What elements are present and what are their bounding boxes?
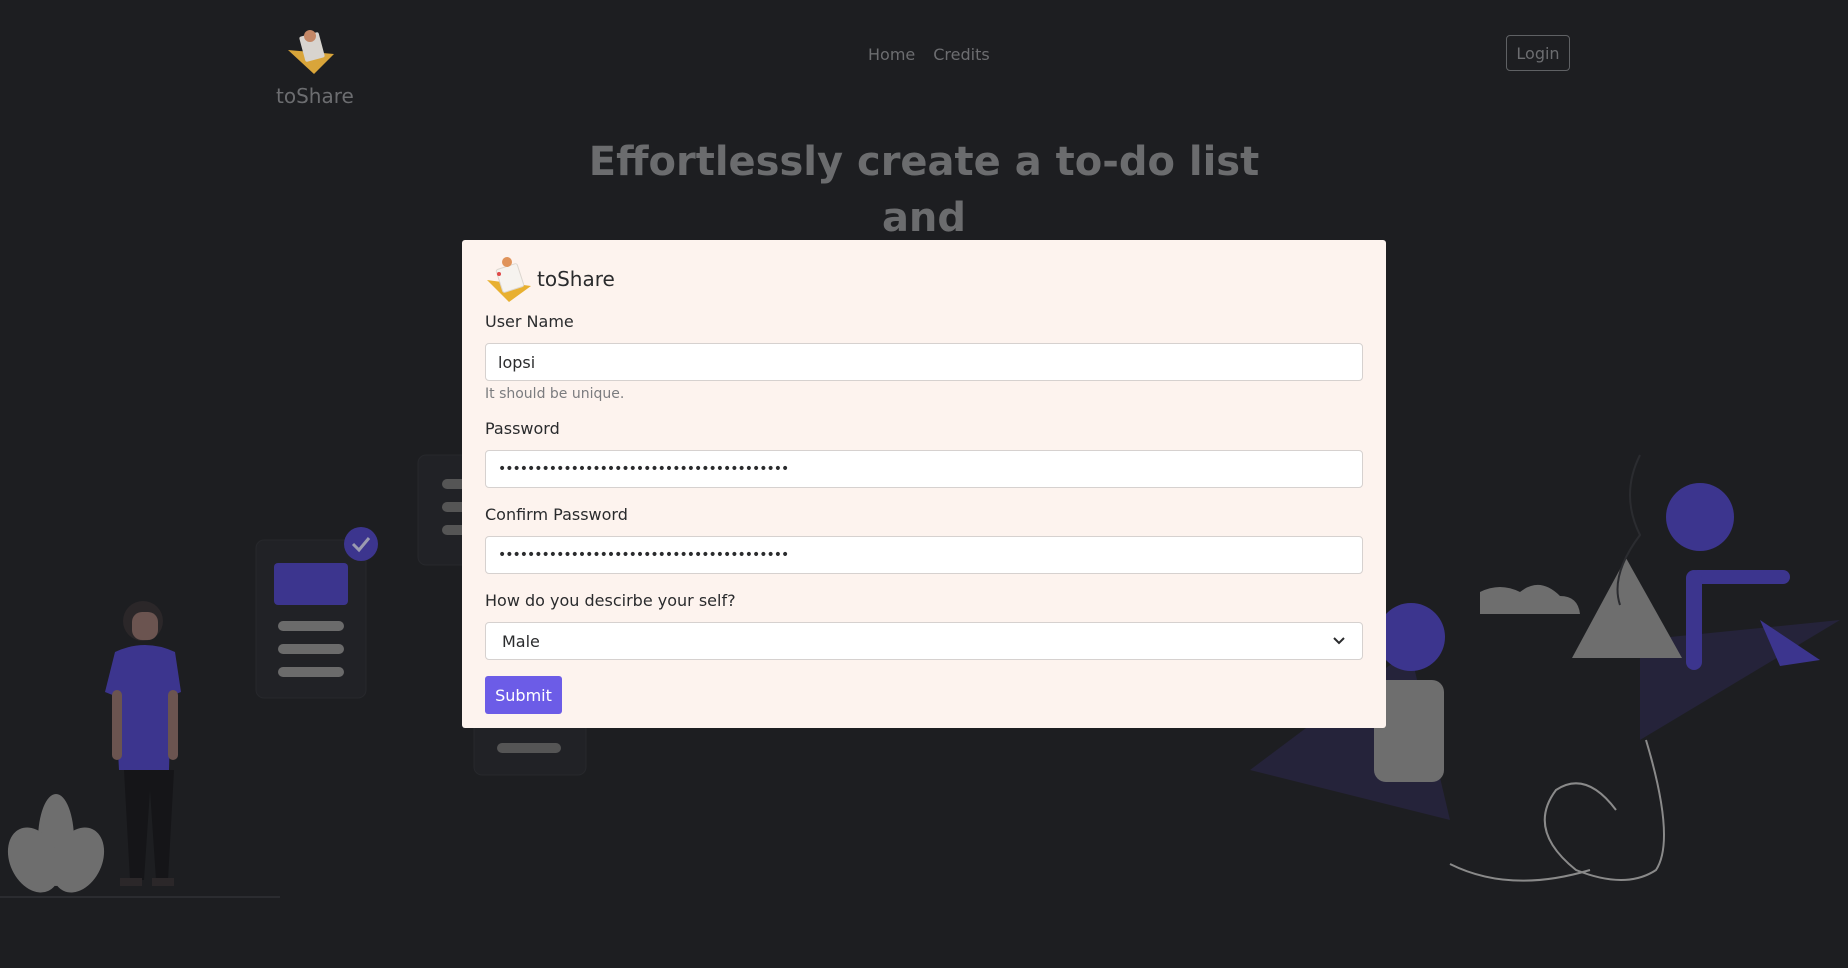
hero-line-2: and (881, 195, 967, 241)
nav-home-link[interactable]: Home (868, 45, 915, 64)
confirm-password-label: Confirm Password (485, 505, 628, 524)
nav-credits-link[interactable]: Credits (933, 45, 989, 64)
describe-label: How do you descirbe your self? (485, 591, 736, 610)
chevron-down-icon (1333, 637, 1345, 645)
describe-select[interactable]: Male (485, 622, 1363, 660)
modal-brand-name: toShare (537, 267, 615, 291)
hero-line-1: Effortlessly create a to-do list (588, 139, 1260, 185)
brand-name: toShare (276, 84, 354, 108)
login-button[interactable]: Login (1506, 35, 1570, 71)
confirm-password-input[interactable]: •••••••••••••••••••••••••••••••••••••••• (485, 536, 1363, 574)
username-input[interactable]: lopsi (485, 343, 1363, 381)
password-input[interactable]: •••••••••••••••••••••••••••••••••••••••• (485, 450, 1363, 488)
modal-brand: toShare (485, 254, 1363, 304)
toshare-logo-icon (288, 30, 334, 74)
username-hint: It should be unique. (485, 386, 625, 402)
page: toShare Home Credits Login Effortlessly … (0, 0, 1848, 968)
password-value: •••••••••••••••••••••••••••••••••••••••• (498, 461, 789, 477)
signup-modal: toShare User Name lopsi It should be uni… (462, 240, 1386, 728)
main-nav: Home Credits (868, 45, 990, 64)
submit-button[interactable]: Submit (485, 676, 562, 714)
hero-heading: Effortlessly create a to-do list and (540, 134, 1308, 246)
header-brand[interactable]: toShare (276, 28, 354, 108)
username-label: User Name (485, 312, 574, 331)
toshare-logo-icon (487, 257, 531, 302)
password-label: Password (485, 419, 560, 438)
username-value: lopsi (498, 352, 536, 372)
describe-selected-value: Male (502, 631, 540, 651)
confirm-password-value: •••••••••••••••••••••••••••••••••••••••• (498, 547, 789, 563)
